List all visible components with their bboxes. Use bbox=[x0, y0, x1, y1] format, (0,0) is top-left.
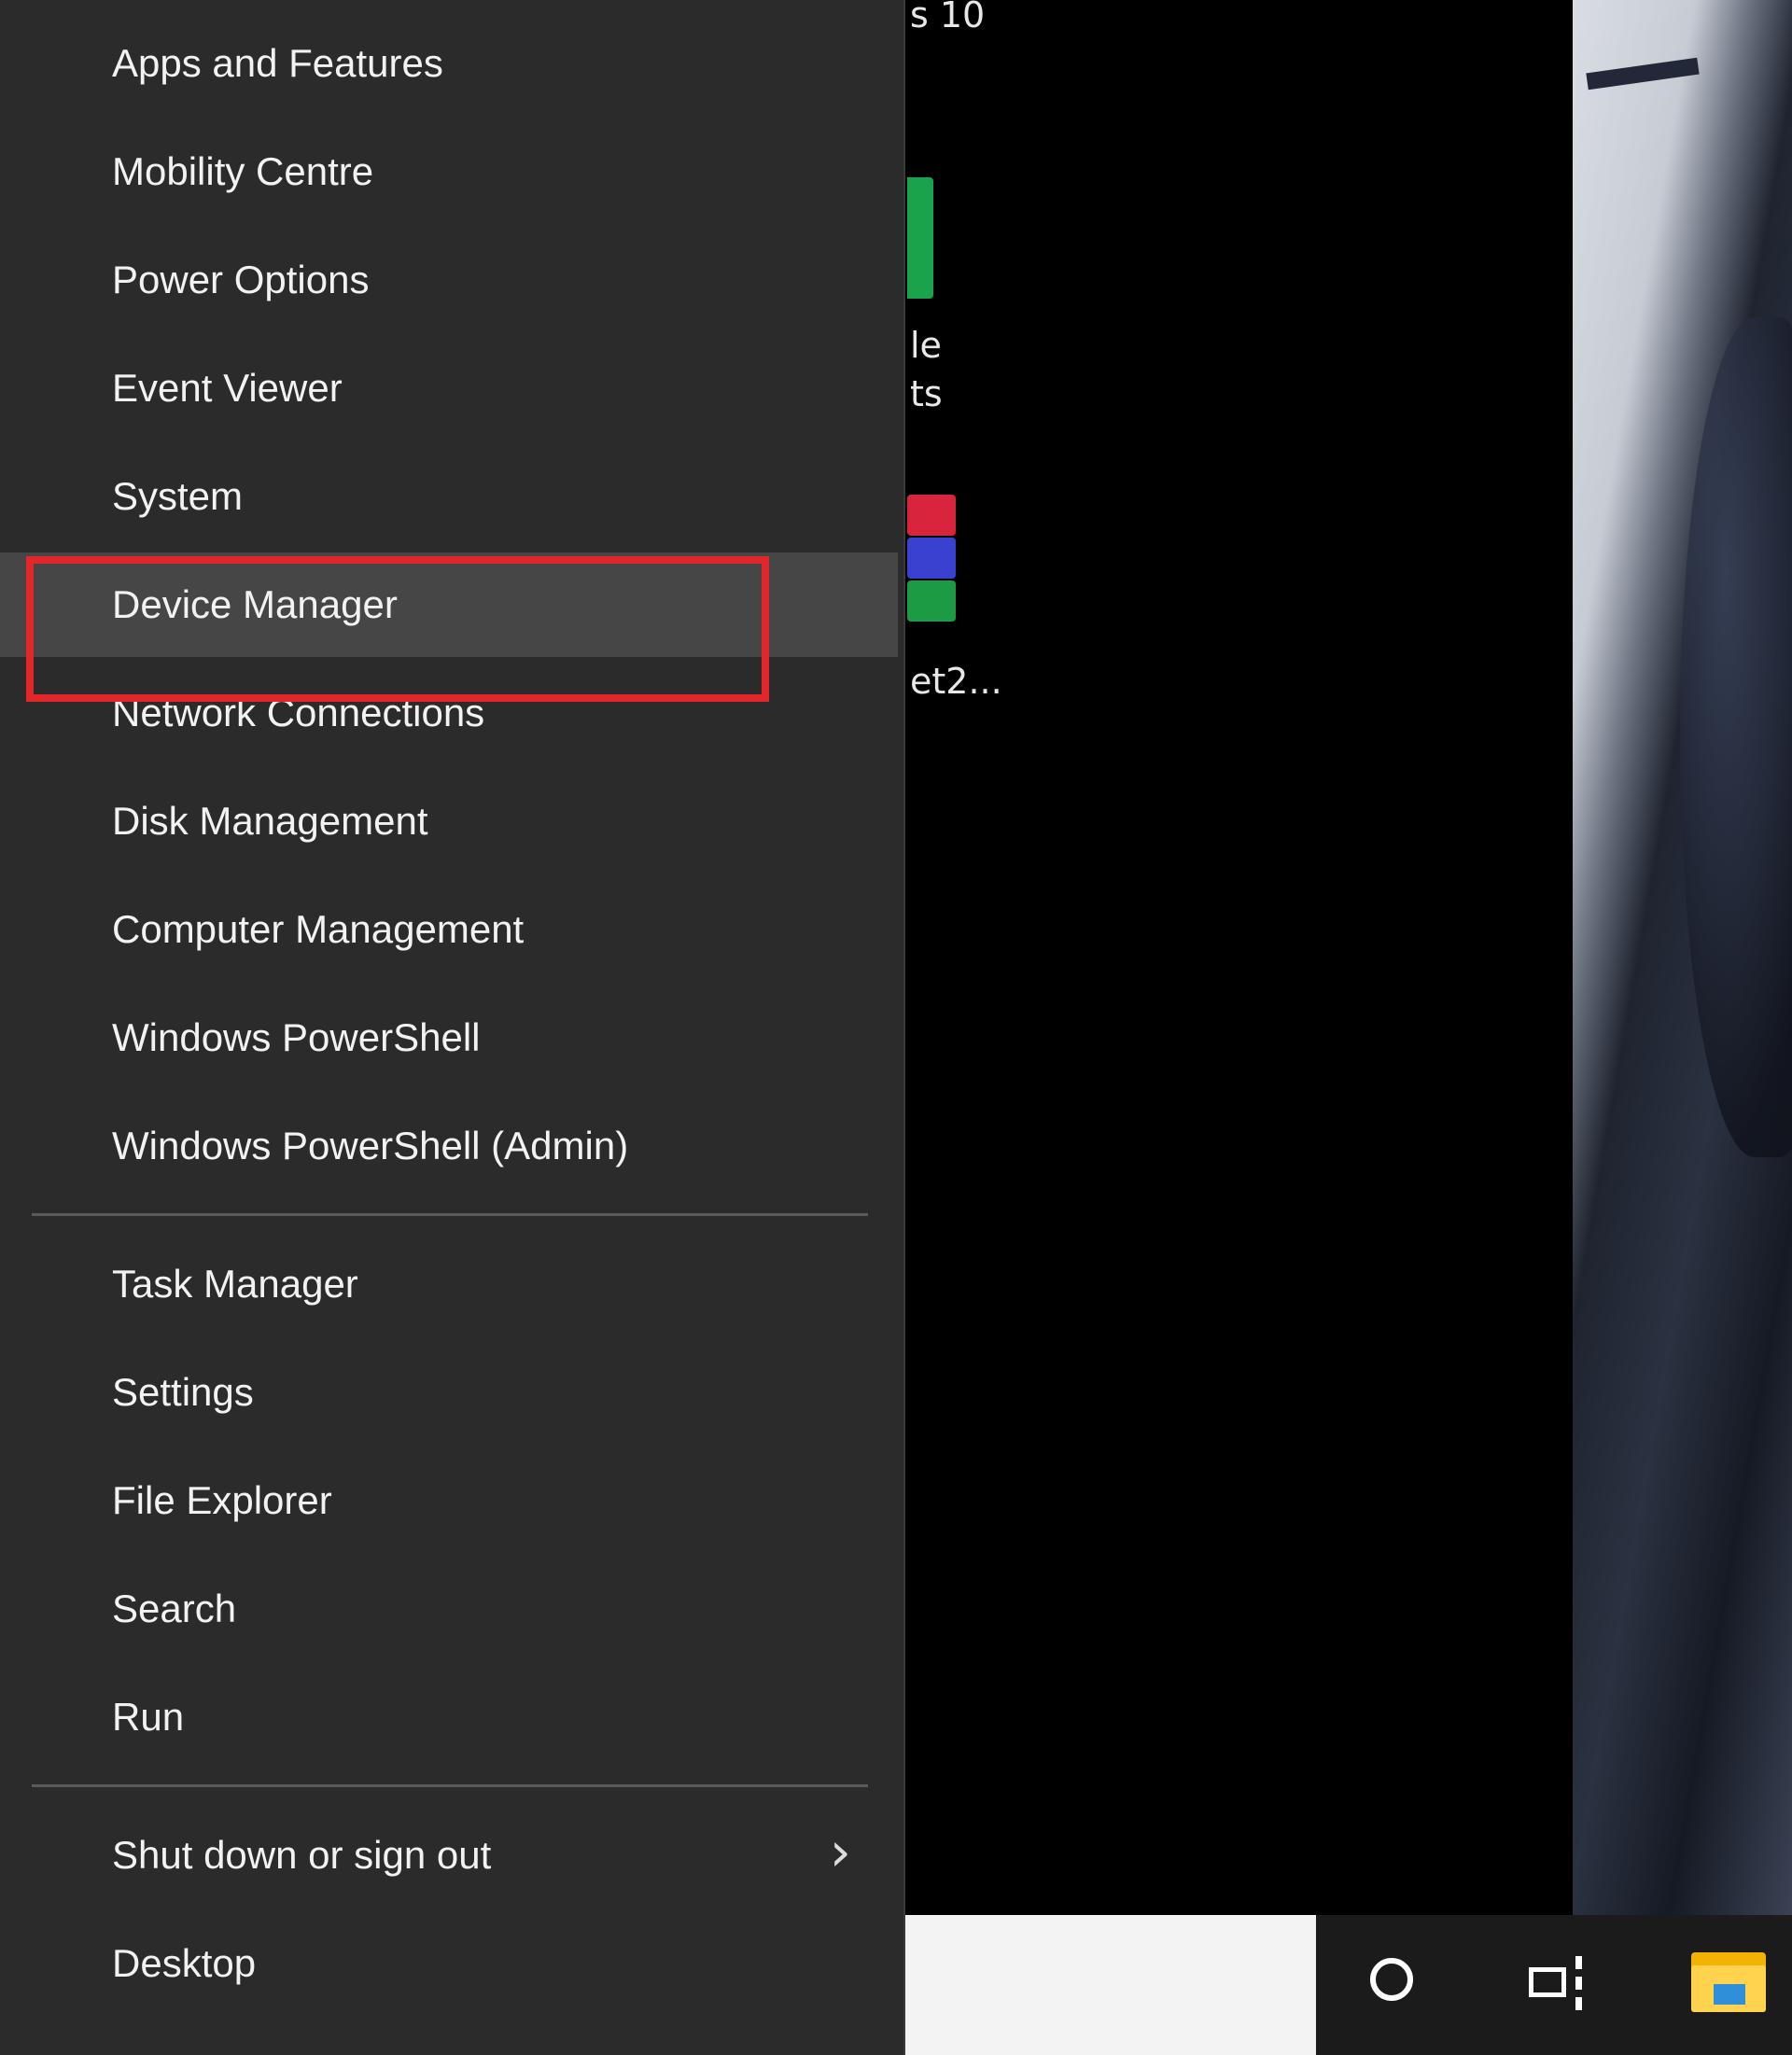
task-view-icon[interactable] bbox=[1529, 1956, 1587, 2010]
desktop-icon-label-line1: le bbox=[910, 325, 942, 366]
desktop-icon-label-line2: ts bbox=[910, 373, 943, 414]
menu-item-windows-powershell-admin[interactable]: Windows PowerShell (Admin) bbox=[0, 1094, 898, 1198]
desktop-label-fragment: s 10 bbox=[910, 0, 986, 35]
menu-item-run[interactable]: Run bbox=[0, 1665, 898, 1769]
menu-item-label: Shut down or sign out bbox=[112, 1833, 492, 1877]
desktop-icon-label: et2... bbox=[910, 661, 1002, 702]
menu-item-shut-down-or-sign-out[interactable]: Shut down or sign out › bbox=[0, 1803, 898, 1908]
menu-item-event-viewer[interactable]: Event Viewer bbox=[0, 336, 898, 440]
menu-divider bbox=[32, 1213, 868, 1216]
chevron-right-icon: › bbox=[829, 1820, 851, 1883]
menu-item-mobility-centre[interactable]: Mobility Centre bbox=[0, 119, 898, 224]
menu-item-task-manager[interactable]: Task Manager bbox=[0, 1232, 898, 1336]
spreadsheet-icon[interactable] bbox=[907, 177, 933, 299]
cortana-icon[interactable] bbox=[1370, 1958, 1413, 2001]
menu-divider bbox=[32, 1784, 868, 1787]
menu-item-apps-and-features[interactable]: Apps and Features bbox=[0, 11, 898, 116]
desktop-area bbox=[905, 0, 1573, 1915]
annotation-highlight-box bbox=[26, 556, 769, 702]
menu-item-settings[interactable]: Settings bbox=[0, 1340, 898, 1445]
menu-item-search[interactable]: Search bbox=[0, 1557, 898, 1661]
menu-item-desktop[interactable]: Desktop bbox=[0, 1911, 898, 2016]
menu-item-disk-management[interactable]: Disk Management bbox=[0, 769, 898, 874]
taskbar-search-area[interactable] bbox=[905, 1915, 1316, 2055]
file-explorer-icon[interactable] bbox=[1691, 1952, 1766, 2012]
menu-item-computer-management[interactable]: Computer Management bbox=[0, 877, 898, 982]
power-user-menu: Apps and Features Mobility Centre Power … bbox=[0, 0, 905, 2055]
menu-item-windows-powershell[interactable]: Windows PowerShell bbox=[0, 986, 898, 1090]
menu-item-power-options[interactable]: Power Options bbox=[0, 228, 898, 332]
menu-item-system[interactable]: System bbox=[0, 444, 898, 549]
menu-item-file-explorer[interactable]: File Explorer bbox=[0, 1448, 898, 1553]
rgb-app-icon[interactable] bbox=[907, 495, 956, 623]
